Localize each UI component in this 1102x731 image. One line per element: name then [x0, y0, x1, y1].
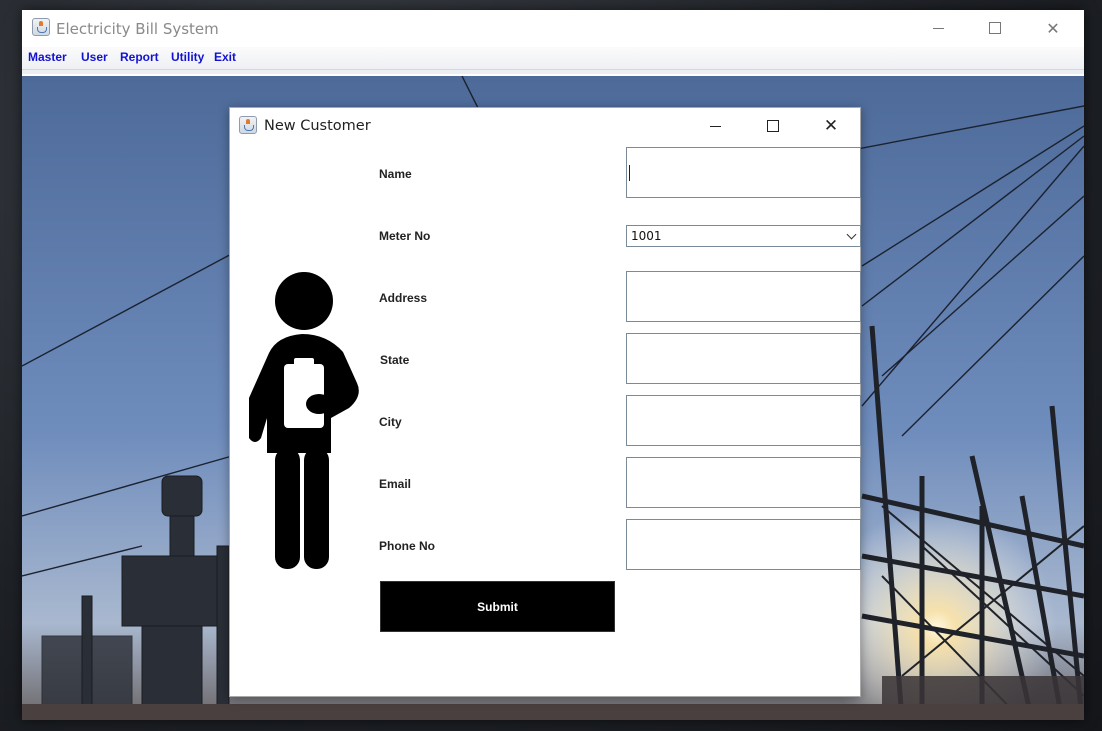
maximize-icon[interactable]	[972, 10, 1018, 46]
java-cup-icon	[239, 116, 257, 134]
city-label: City	[379, 415, 402, 429]
maximize-icon[interactable]	[750, 108, 796, 144]
dialog-titlebar[interactable]: New Customer ✕	[230, 108, 860, 144]
chevron-down-icon[interactable]	[846, 229, 857, 240]
menu-separator	[22, 70, 1084, 74]
menu-report[interactable]: Report	[120, 50, 159, 64]
main-titlebar[interactable]: Electricity Bill System ✕	[22, 10, 1084, 47]
state-label: State	[380, 353, 410, 367]
name-label: Name	[379, 167, 412, 181]
new-customer-dialog: New Customer ✕ Name Meter No Address Sta…	[229, 107, 861, 697]
email-input[interactable]	[626, 457, 861, 508]
person-with-clipboard-icon	[249, 272, 359, 569]
minimize-icon[interactable]	[915, 10, 961, 46]
phone-no-label: Phone No	[379, 539, 435, 553]
menu-master[interactable]: Master	[28, 50, 67, 64]
close-icon[interactable]: ✕	[808, 108, 854, 144]
close-icon[interactable]: ✕	[1030, 10, 1076, 46]
city-input[interactable]	[626, 395, 861, 446]
email-label: Email	[379, 477, 412, 491]
meter-no-value: 1001	[631, 229, 662, 243]
submit-button[interactable]: Submit	[380, 581, 615, 632]
menu-exit[interactable]: Exit	[214, 50, 236, 64]
minimize-icon[interactable]	[692, 108, 738, 144]
menu-utility[interactable]: Utility	[171, 50, 204, 64]
name-input[interactable]	[626, 147, 861, 198]
text-caret	[629, 165, 630, 181]
java-cup-icon	[32, 18, 50, 36]
window-title: Electricity Bill System	[56, 20, 219, 38]
address-input[interactable]	[626, 271, 861, 322]
phone-no-input[interactable]	[626, 519, 861, 570]
menu-bar: Master User Report Utility Exit	[22, 47, 1084, 70]
dialog-title: New Customer	[264, 118, 371, 134]
state-input[interactable]	[626, 333, 861, 384]
meter-no-select[interactable]: 1001	[626, 225, 861, 247]
menu-user[interactable]: User	[81, 50, 108, 64]
address-label: Address	[379, 291, 428, 305]
meter-no-label: Meter No	[379, 229, 431, 243]
